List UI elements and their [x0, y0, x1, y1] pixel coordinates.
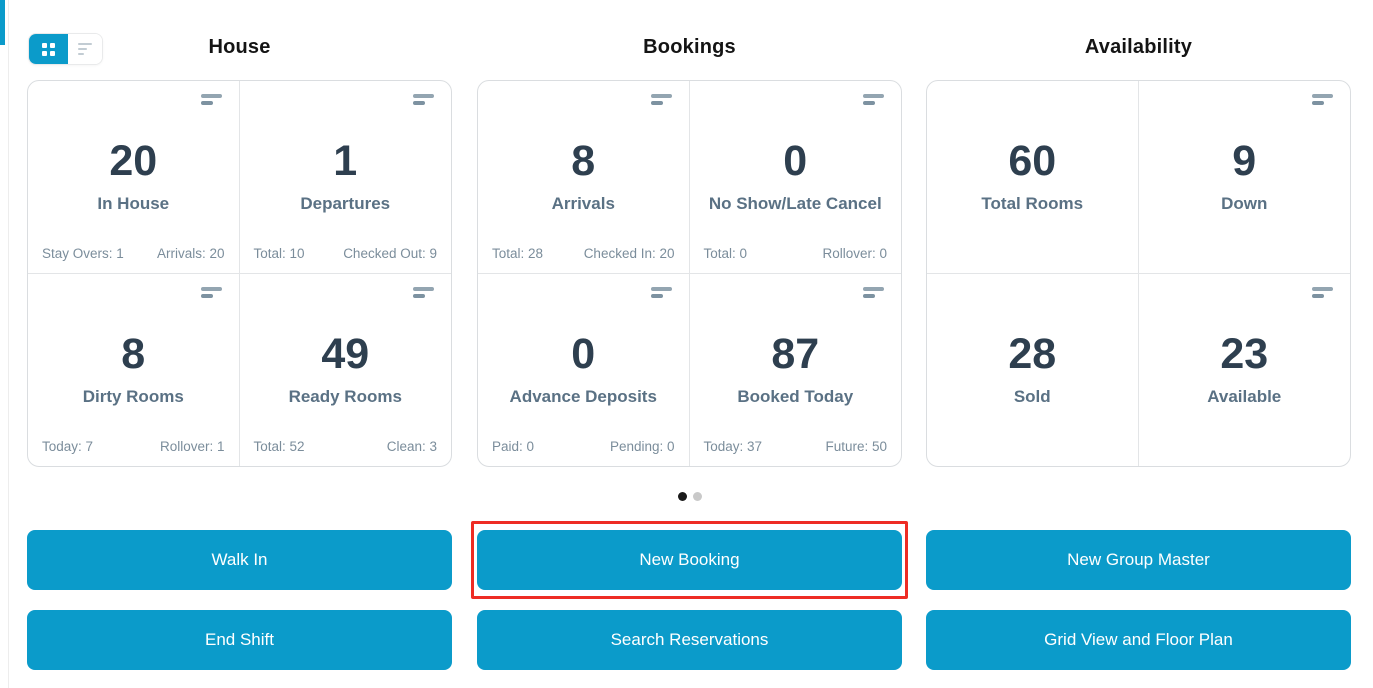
- stat-tile-sold[interactable]: 28 Sold: [927, 274, 1139, 467]
- stat-label: In House: [97, 194, 169, 214]
- stat-footnote-left: Total: 28: [492, 246, 543, 261]
- tile-menu-icon[interactable]: [863, 287, 884, 298]
- bookings-panel: 8 Arrivals Total: 28 Checked In: 20 0 No…: [477, 80, 902, 467]
- stat-tile-dirty-rooms[interactable]: 8 Dirty Rooms Today: 7 Rollover: 1: [28, 274, 240, 467]
- stat-footnote-left: Today: 7: [42, 439, 93, 454]
- stat-label: Advance Deposits: [510, 387, 657, 407]
- carousel-dot-1[interactable]: [678, 492, 687, 501]
- stat-footnote-left: Total: 10: [254, 246, 305, 261]
- stat-value: 8: [571, 140, 595, 183]
- stat-tile-advance-deposits[interactable]: 0 Advance Deposits Paid: 0 Pending: 0: [478, 274, 690, 467]
- stat-tile-available[interactable]: 23 Available: [1139, 274, 1351, 467]
- stat-footnote-left: Total: 0: [704, 246, 748, 261]
- stat-value: 49: [321, 333, 369, 376]
- stat-footnote-right: Future: 50: [825, 439, 887, 454]
- section-header-house: House: [27, 36, 452, 59]
- stat-label: Dirty Rooms: [83, 387, 184, 407]
- carousel-pagination: [477, 492, 902, 501]
- stat-value: 23: [1220, 333, 1268, 376]
- stat-footnote-left: Stay Overs: 1: [42, 246, 124, 261]
- tile-menu-icon[interactable]: [413, 287, 434, 298]
- stat-footnote-right: Clean: 3: [387, 439, 437, 454]
- carousel-dot-2[interactable]: [693, 492, 702, 501]
- stat-label: Sold: [1014, 387, 1051, 407]
- new-group-master-button[interactable]: New Group Master: [926, 530, 1351, 590]
- stat-footnote-right: Pending: 0: [610, 439, 675, 454]
- stat-value: 0: [571, 333, 595, 376]
- stat-value: 1: [333, 140, 357, 183]
- stat-label: Departures: [300, 194, 390, 214]
- stat-footnote-right: Rollover: 1: [160, 439, 225, 454]
- stat-tile-departures[interactable]: 1 Departures Total: 10 Checked Out: 9: [240, 81, 452, 274]
- stat-label: Arrivals: [552, 194, 615, 214]
- stat-tile-in-house[interactable]: 20 In House Stay Overs: 1 Arrivals: 20: [28, 81, 240, 274]
- tile-menu-icon[interactable]: [1312, 94, 1333, 105]
- stat-footnote-left: Total: 52: [254, 439, 305, 454]
- stat-value: 60: [1008, 140, 1056, 183]
- left-accent-strip: [0, 0, 5, 45]
- stat-label: Ready Rooms: [289, 387, 402, 407]
- stat-tile-ready-rooms[interactable]: 49 Ready Rooms Total: 52 Clean: 3: [240, 274, 452, 467]
- stat-tile-arrivals[interactable]: 8 Arrivals Total: 28 Checked In: 20: [478, 81, 690, 274]
- stat-label: Booked Today: [737, 387, 853, 407]
- stat-label: Down: [1221, 194, 1267, 214]
- tile-menu-icon[interactable]: [1312, 287, 1333, 298]
- left-divider-line: [8, 0, 9, 688]
- stat-value: 28: [1008, 333, 1056, 376]
- availability-panel: 60 Total Rooms 9 Down 28 Sold 23 Availab…: [926, 80, 1351, 467]
- stat-footnote-left: Paid: 0: [492, 439, 534, 454]
- stat-value: 9: [1232, 140, 1256, 183]
- section-header-availability: Availability: [926, 36, 1351, 59]
- stat-label: No Show/Late Cancel: [709, 194, 882, 214]
- search-reservations-button[interactable]: Search Reservations: [477, 610, 902, 670]
- stat-value: 87: [771, 333, 819, 376]
- tile-menu-icon[interactable]: [863, 94, 884, 105]
- stat-label: Available: [1207, 387, 1281, 407]
- stat-footnote-right: Checked Out: 9: [343, 246, 437, 261]
- house-panel: 20 In House Stay Overs: 1 Arrivals: 20 1…: [27, 80, 452, 467]
- dashboard-page: House Bookings Availability 20 In House …: [0, 0, 1373, 688]
- tile-menu-icon[interactable]: [201, 287, 222, 298]
- stat-footnote-right: Rollover: 0: [822, 246, 887, 261]
- tile-menu-icon[interactable]: [651, 94, 672, 105]
- stat-value: 0: [783, 140, 807, 183]
- tile-menu-icon[interactable]: [651, 287, 672, 298]
- stat-tile-total-rooms[interactable]: 60 Total Rooms: [927, 81, 1139, 274]
- stat-tile-booked-today[interactable]: 87 Booked Today Today: 37 Future: 50: [690, 274, 902, 467]
- stat-value: 8: [121, 333, 145, 376]
- stat-footnote-right: Arrivals: 20: [157, 246, 225, 261]
- tile-menu-icon[interactable]: [201, 94, 222, 105]
- stat-tile-down[interactable]: 9 Down: [1139, 81, 1351, 274]
- stat-tile-no-show-late-cancel[interactable]: 0 No Show/Late Cancel Total: 0 Rollover:…: [690, 81, 902, 274]
- stat-footnote-left: Today: 37: [704, 439, 763, 454]
- tile-menu-icon[interactable]: [413, 94, 434, 105]
- grid-view-floor-plan-button[interactable]: Grid View and Floor Plan: [926, 610, 1351, 670]
- stat-footnote-right: Checked In: 20: [584, 246, 675, 261]
- new-booking-button[interactable]: New Booking: [477, 530, 902, 590]
- end-shift-button[interactable]: End Shift: [27, 610, 452, 670]
- stat-label: Total Rooms: [981, 194, 1083, 214]
- stat-value: 20: [109, 140, 157, 183]
- section-header-bookings: Bookings: [477, 36, 902, 59]
- walk-in-button[interactable]: Walk In: [27, 530, 452, 590]
